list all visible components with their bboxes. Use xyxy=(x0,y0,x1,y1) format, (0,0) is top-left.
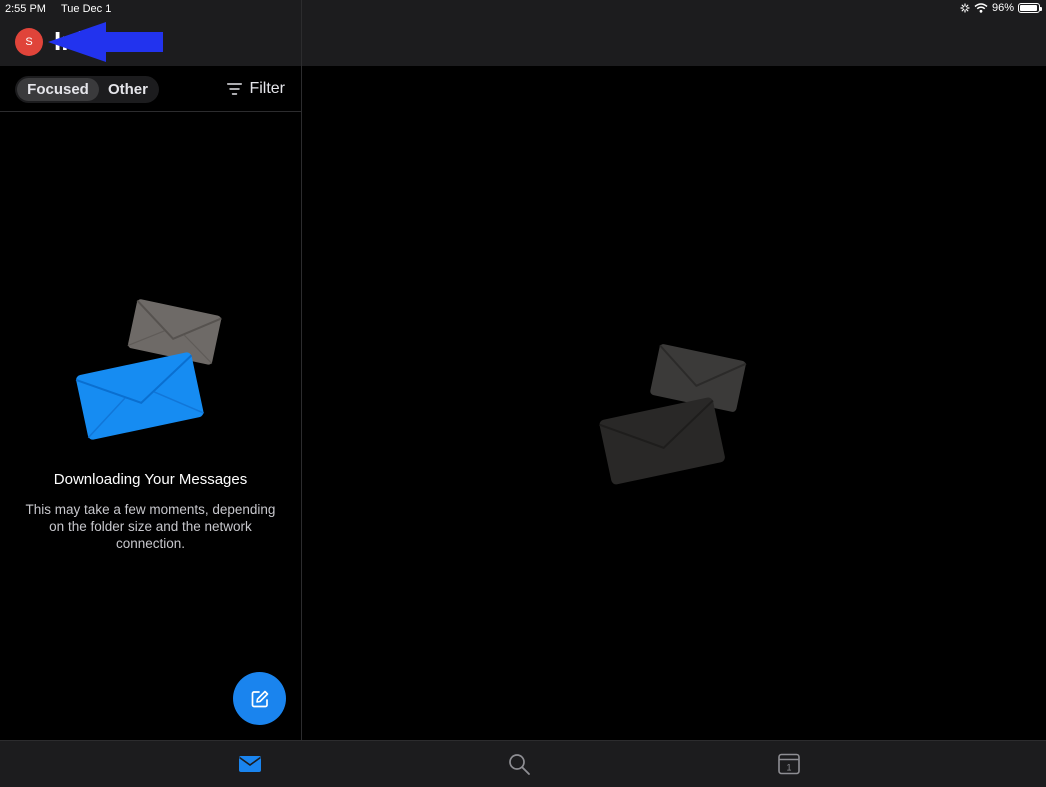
pane-divider xyxy=(301,0,302,740)
filter-icon xyxy=(227,83,243,95)
mail-toolbar: Focused Other Filter xyxy=(0,66,301,112)
inbox-segmented-control: Focused Other xyxy=(15,76,159,103)
tab-other[interactable]: Other xyxy=(99,78,157,101)
status-bar: 2:55 PM Tue Dec 1 96% xyxy=(0,0,1046,18)
signal-icon xyxy=(960,3,970,13)
status-date: Tue Dec 1 xyxy=(61,3,112,15)
compose-icon xyxy=(251,690,268,707)
status-time: 2:55 PM xyxy=(5,3,46,15)
compose-button[interactable] xyxy=(233,672,286,725)
arrow-left-icon xyxy=(48,22,163,62)
detail-placeholder-illustration xyxy=(599,344,747,485)
battery-fill xyxy=(1020,5,1038,11)
wifi-icon xyxy=(974,3,988,13)
tab-focused[interactable]: Focused xyxy=(17,78,99,101)
battery-percentage: 96% xyxy=(991,2,1014,14)
detail-front-envelope xyxy=(599,397,725,485)
envelopes-illustration xyxy=(75,299,222,440)
account-avatar[interactable]: S xyxy=(15,28,43,56)
front-envelope xyxy=(75,352,205,440)
tab-calendar[interactable]: 1 xyxy=(776,751,802,777)
battery-icon xyxy=(1018,3,1042,13)
status-indicators: 96% xyxy=(960,2,1042,14)
filter-button[interactable]: Filter xyxy=(227,80,285,98)
calendar-icon: 1 xyxy=(778,753,800,775)
filter-label: Filter xyxy=(249,80,285,97)
tab-mail[interactable] xyxy=(237,751,263,777)
empty-state-title: Downloading Your Messages xyxy=(53,471,248,488)
search-icon xyxy=(509,754,530,775)
mail-icon xyxy=(239,756,261,772)
tab-search[interactable] xyxy=(506,751,532,777)
empty-state-description: This may take a few moments, depending o… xyxy=(25,502,276,551)
calendar-day: 1 xyxy=(786,763,791,773)
bottom-tab-bar: 1 xyxy=(0,740,1046,787)
avatar-initial: S xyxy=(25,36,33,48)
